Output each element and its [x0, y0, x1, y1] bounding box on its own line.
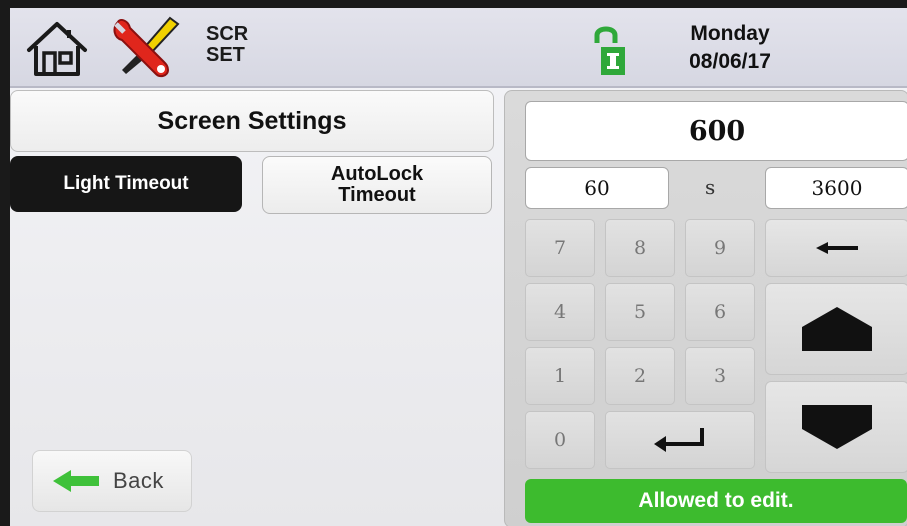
- key-4[interactable]: 4: [525, 283, 595, 341]
- key-9[interactable]: 9: [685, 219, 755, 277]
- backspace-arrow-icon: [816, 242, 858, 254]
- key-1[interactable]: 1: [525, 347, 595, 405]
- max-value: 3600: [765, 167, 907, 209]
- screen-code-label: SCR SET: [206, 24, 248, 66]
- key-5[interactable]: 5: [605, 283, 675, 341]
- keypad-panel: 600 60 s 3600 7 8 9 4 5 6 1 2 3 0 Allowe…: [504, 90, 907, 526]
- screen-code-line1: SCR: [206, 23, 249, 45]
- lock-status[interactable]: [593, 23, 625, 79]
- min-value: 60: [525, 167, 669, 209]
- key-2[interactable]: 2: [605, 347, 675, 405]
- value-display[interactable]: 600: [525, 101, 907, 161]
- tab-light-timeout[interactable]: Light Timeout: [10, 156, 242, 212]
- date-display: Monday 08/06/17: [660, 20, 800, 76]
- enter-icon: [654, 428, 704, 452]
- back-label: Back: [113, 468, 164, 493]
- device-screen: SCR SET Monday 08/06/17 Screen Settings …: [10, 8, 907, 526]
- screen-code-line2: SET: [206, 44, 245, 66]
- key-7[interactable]: 7: [525, 219, 595, 277]
- home-button[interactable]: [25, 20, 89, 78]
- key-3[interactable]: 3: [685, 347, 755, 405]
- page-title: Screen Settings: [10, 90, 494, 152]
- status-bar: Allowed to edit.: [525, 479, 907, 523]
- unlock-icon: [594, 26, 625, 75]
- date-label: 08/06/17: [689, 50, 771, 73]
- tab-autolock-timeout[interactable]: AutoLock Timeout: [262, 156, 492, 214]
- unit-label: s: [705, 175, 716, 199]
- increment-button[interactable]: [765, 283, 907, 375]
- back-button[interactable]: Back: [32, 450, 192, 512]
- home-icon: [27, 22, 87, 76]
- down-arrow-icon: [802, 405, 872, 449]
- key-8[interactable]: 8: [605, 219, 675, 277]
- tools-icon: [113, 16, 180, 78]
- up-arrow-icon: [802, 307, 872, 351]
- tab-autolock-label: AutoLock Timeout: [330, 163, 424, 206]
- settings-tools-button[interactable]: [110, 14, 184, 80]
- backspace-button[interactable]: [765, 219, 907, 277]
- green-left-arrow-icon: [53, 470, 99, 492]
- key-6[interactable]: 6: [685, 283, 755, 341]
- key-0[interactable]: 0: [525, 411, 595, 469]
- header-bar: SCR SET Monday 08/06/17: [10, 8, 907, 88]
- enter-button[interactable]: [605, 411, 755, 469]
- decrement-button[interactable]: [765, 381, 907, 473]
- day-label: Monday: [690, 22, 770, 45]
